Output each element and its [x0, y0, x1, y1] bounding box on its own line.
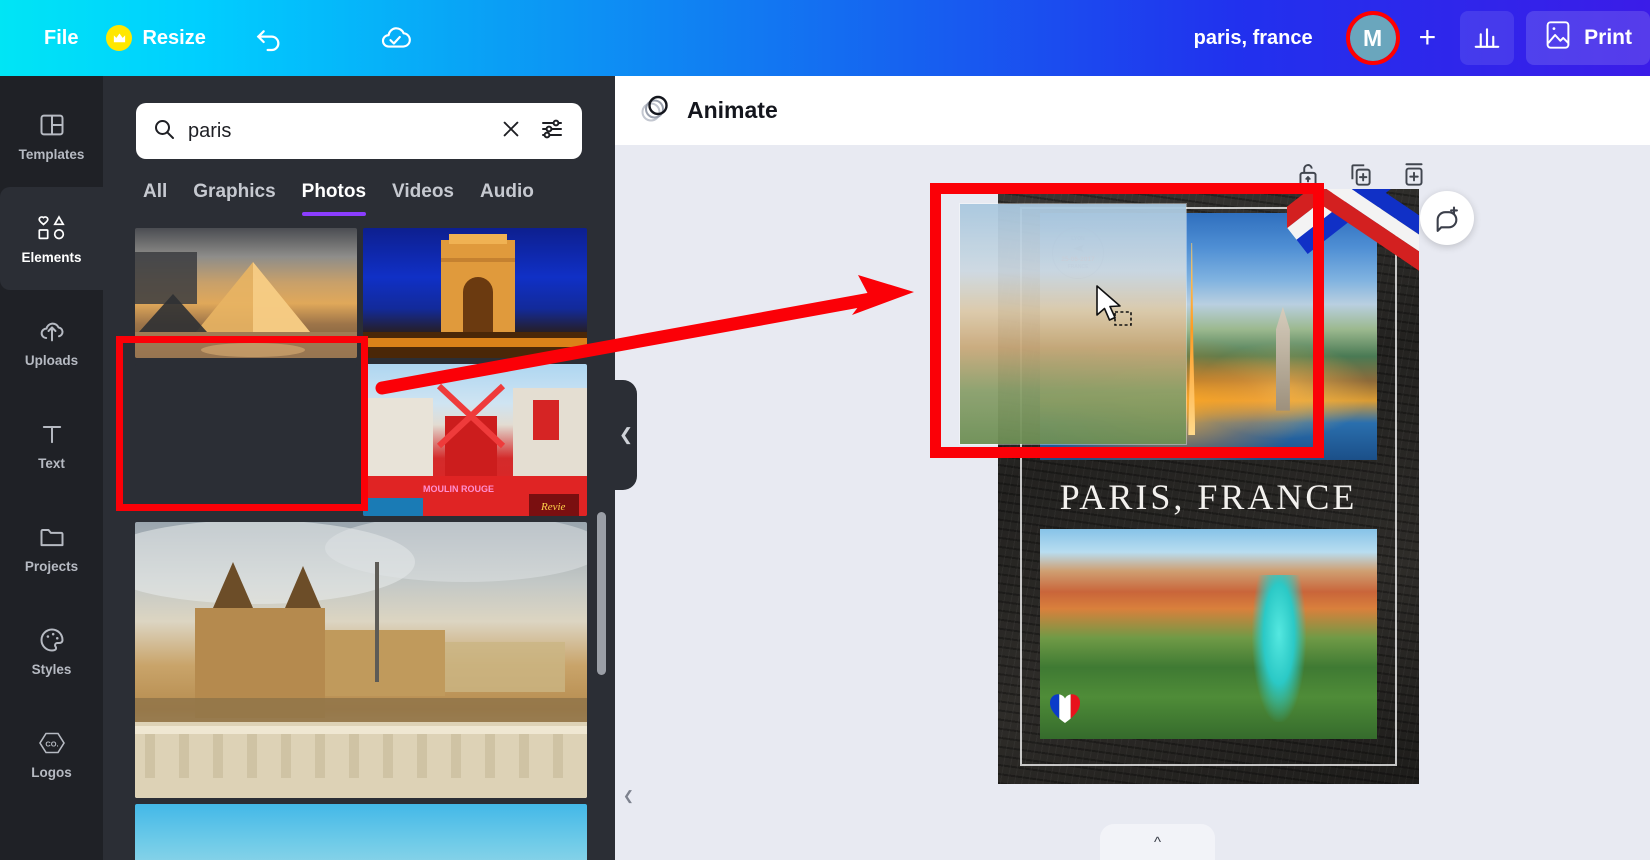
sidebar-item-projects[interactable]: Projects [0, 496, 103, 599]
results-row [135, 522, 587, 798]
drag-cursor [1095, 285, 1141, 340]
sidebar-item-label: Styles [31, 661, 72, 677]
print-button[interactable]: Print [1526, 11, 1650, 65]
resize-button[interactable]: Resize [92, 17, 219, 59]
sidebar-item-logos[interactable]: CO. Logos [0, 702, 103, 805]
top-toolbar-right: paris, france M + Print [1178, 8, 1650, 68]
results-row: MOULIN ROUGE Revie [135, 364, 587, 516]
results-row [135, 804, 587, 860]
filter-sliders-icon[interactable] [540, 117, 566, 146]
add-collaborator-button[interactable]: + [1407, 23, 1449, 53]
insights-button[interactable] [1460, 11, 1515, 65]
canvas-toolbar: Animate [615, 76, 1650, 145]
print-image-icon [1544, 20, 1572, 56]
tab-videos[interactable]: Videos [392, 181, 454, 216]
canva-editor-window: File Resize paris, france M + Print Temp… [0, 0, 1650, 860]
tab-photos[interactable]: Photos [301, 181, 367, 216]
search-input[interactable]: paris [188, 120, 488, 143]
projects-icon [37, 522, 67, 552]
panel-scrollbar[interactable] [597, 512, 606, 675]
church-spire-shape [1275, 306, 1290, 411]
sidebar-item-elements[interactable]: Elements [0, 187, 103, 290]
sidebar-item-label: Templates [18, 146, 85, 162]
tab-audio[interactable]: Audio [480, 181, 534, 216]
comment-add-icon[interactable] [1420, 191, 1474, 245]
tricolor-cockade-ribbons [1287, 189, 1419, 301]
file-menu-label: File [44, 26, 79, 49]
paris-skyline-photo[interactable] [135, 804, 587, 860]
logos-icon: CO. [36, 728, 68, 758]
dragged-image-preview [960, 204, 1186, 444]
elements-icon [36, 213, 68, 243]
svg-text:MOULIN ROUGE: MOULIN ROUGE [423, 484, 494, 494]
sidebar-item-label: Uploads [24, 352, 79, 368]
search-results-grid: MOULIN ROUGE Revie [135, 228, 587, 860]
louvre-pyramid-photo[interactable] [135, 228, 357, 358]
top-toolbar: File Resize paris, france M + Print [0, 0, 1650, 76]
search-icon [152, 117, 176, 146]
poster-title: PARIS, FRANCE [1059, 477, 1358, 517]
top-toolbar-left: File Resize [0, 11, 422, 65]
crown-icon [106, 25, 133, 51]
results-row [135, 228, 587, 358]
animate-label: Animate [687, 97, 778, 123]
statue-shape [1252, 575, 1307, 723]
expand-pages-panel-button[interactable]: ^ [1100, 824, 1215, 860]
text-icon [38, 419, 66, 449]
avatar[interactable]: M [1349, 15, 1396, 61]
document-title[interactable]: paris, france [1178, 19, 1329, 58]
sidebar-item-styles[interactable]: Styles [0, 599, 103, 702]
french-flag-heart-icon [1048, 691, 1082, 725]
empty-result-slot[interactable] [135, 364, 357, 516]
styles-icon [37, 625, 67, 655]
lyon-aerial-statue-photo[interactable] [1040, 529, 1377, 739]
uploads-icon [37, 316, 67, 346]
sidebar-item-label: Elements [21, 249, 82, 265]
sidebar-item-label: Logos [31, 764, 72, 780]
resize-label: Resize [142, 26, 206, 49]
arc-de-triomphe-photo[interactable] [363, 228, 587, 358]
search-bar[interactable]: paris [136, 103, 582, 159]
result-type-tabs: All Graphics Photos Videos Audio [143, 181, 613, 216]
moulin-rouge-photo[interactable]: MOULIN ROUGE Revie [363, 364, 587, 516]
sidebar-item-label: Projects [24, 558, 79, 574]
tab-graphics[interactable]: Graphics [193, 181, 275, 216]
chevron-up-icon: ^ [1153, 833, 1162, 851]
templates-icon [38, 110, 66, 140]
animate-circles-icon [639, 92, 671, 129]
close-icon[interactable] [500, 118, 522, 145]
svg-text:CO.: CO. [45, 739, 58, 748]
tab-all[interactable]: All [143, 181, 167, 216]
conciergerie-seine-photo[interactable] [135, 522, 587, 798]
eiffel-tower-shape [1188, 242, 1196, 436]
avatar-container: M [1343, 8, 1403, 68]
print-label: Print [1584, 26, 1632, 49]
chevron-left-icon: ❮ [618, 425, 634, 444]
collapse-panel-button[interactable]: ❮ [615, 380, 637, 490]
design-canvas-area[interactable]: LYON 25-06-2017 FRANCE [615, 145, 1650, 860]
cloud-check-icon[interactable] [368, 11, 422, 65]
left-sidebar: Templates Elements Uploads Text Projects… [0, 76, 103, 860]
elements-search-panel: paris All Graphics Photos Videos Audio M… [103, 76, 615, 860]
svg-text:Revie: Revie [540, 501, 566, 513]
animate-button[interactable]: Animate [639, 92, 778, 129]
sidebar-item-label: Text [38, 455, 65, 471]
file-menu-button[interactable]: File [30, 19, 92, 58]
sidebar-item-uploads[interactable]: Uploads [0, 290, 103, 393]
sidebar-item-text[interactable]: Text [0, 393, 103, 496]
chevron-left-small-icon[interactable]: ❮ [623, 788, 637, 803]
undo-button[interactable] [242, 11, 296, 65]
sidebar-item-templates[interactable]: Templates [0, 84, 103, 187]
